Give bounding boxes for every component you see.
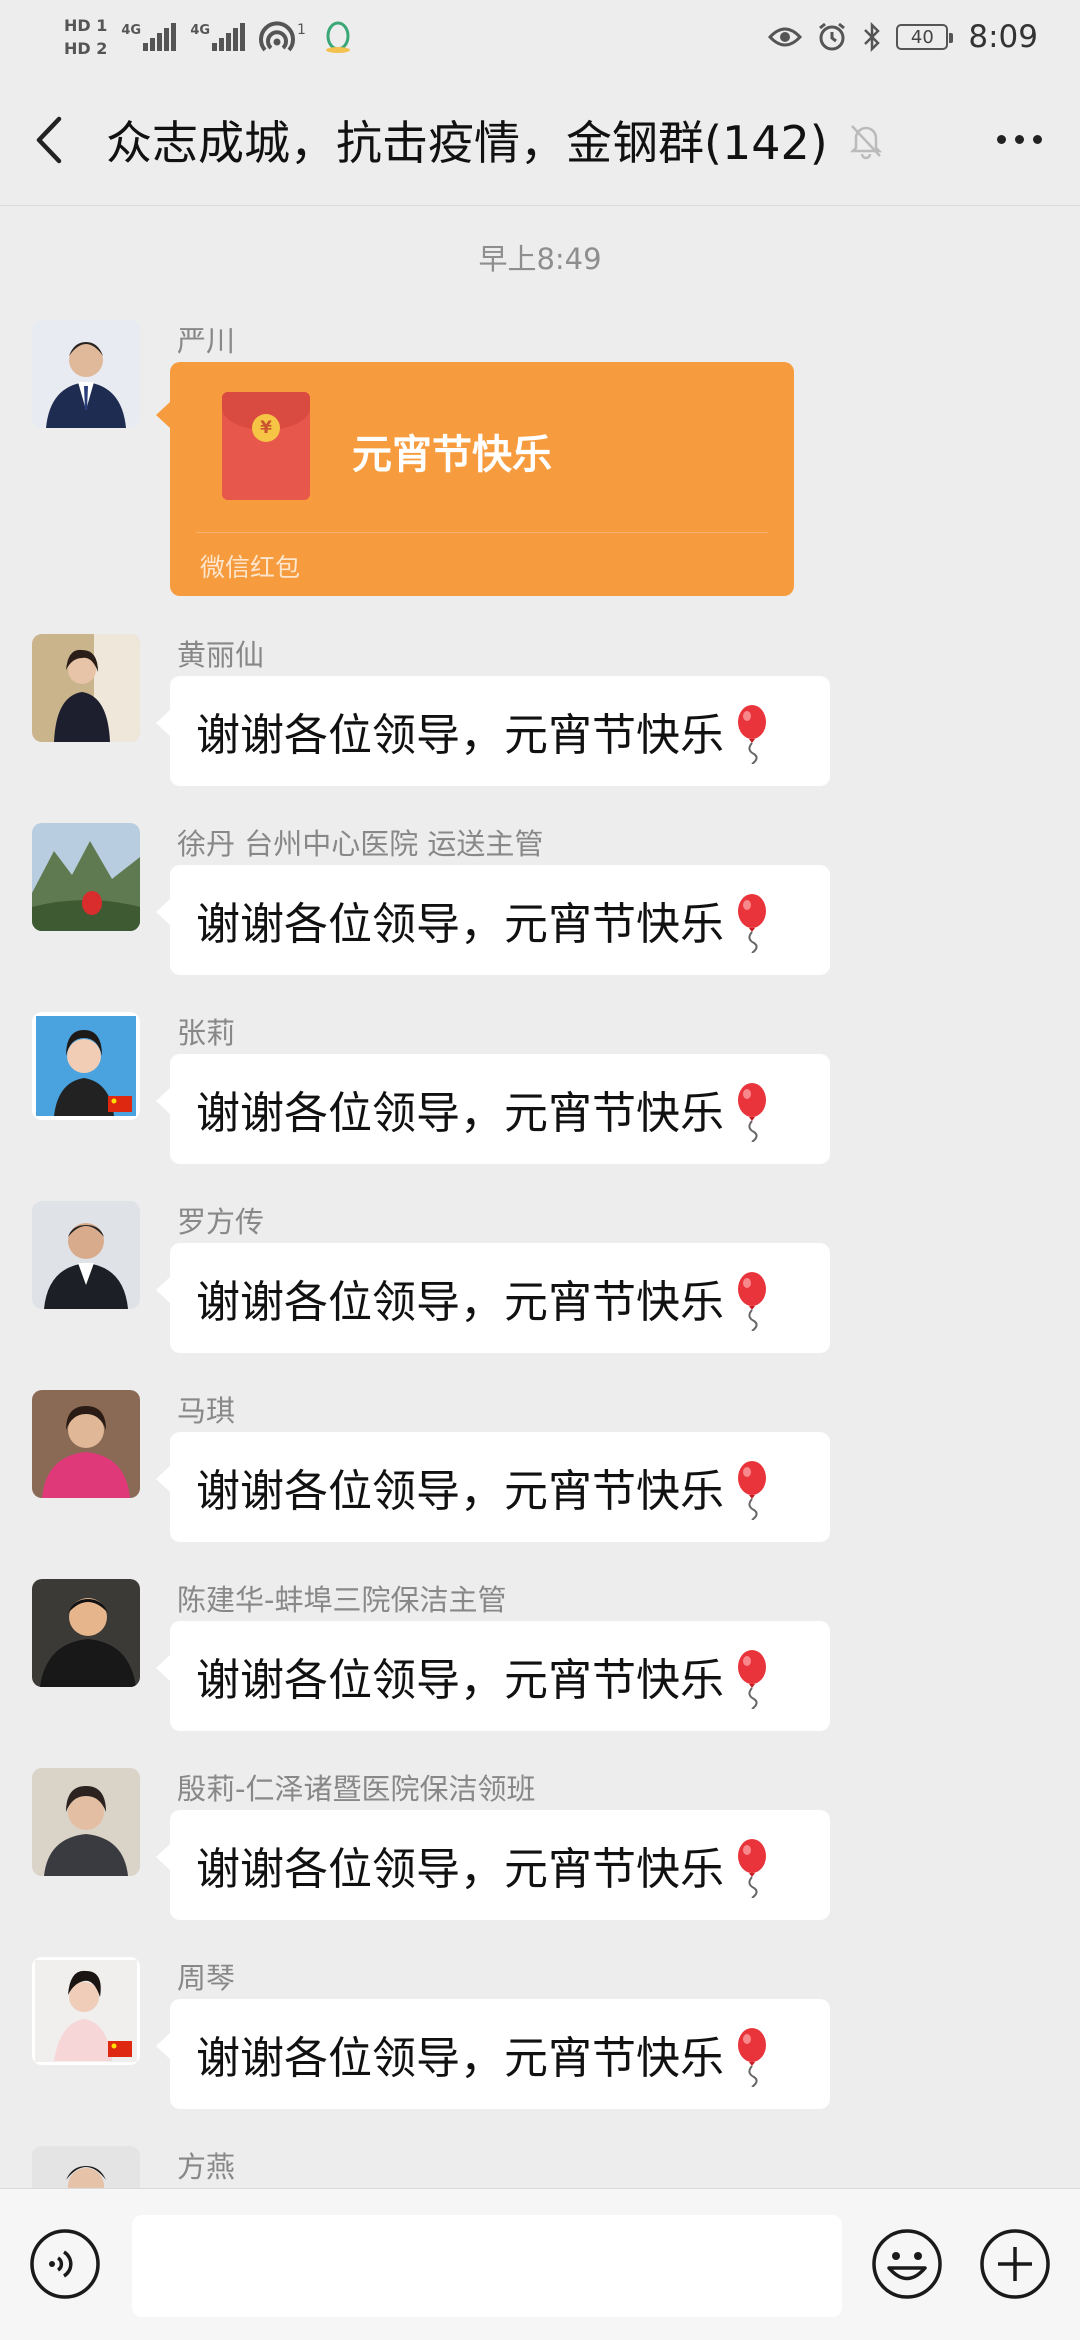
network-type-2: 4G [190, 23, 211, 38]
yuan-coin-icon: ¥ [252, 414, 280, 442]
avatar-man-suit-icon [32, 320, 140, 428]
avatar[interactable] [32, 1579, 140, 1687]
battery-level: 40 [910, 26, 934, 48]
avatar-woman-pink-icon [32, 1390, 140, 1498]
avatar[interactable] [32, 1768, 140, 1876]
message-bubble[interactable]: 谢谢各位领导，元宵节快乐 [156, 1999, 830, 2109]
balloon-emoji-icon [738, 1083, 766, 1142]
avatar-man-dark-icon [32, 1579, 140, 1687]
wifi-hotspot-icon: 1 [259, 21, 306, 52]
message-bubble[interactable]: 谢谢各位领导，元宵节快乐 [156, 1243, 830, 1353]
sender-name: 黄丽仙 [177, 638, 265, 672]
avatar-person-icon [32, 2146, 140, 2188]
back-button[interactable] [0, 74, 100, 206]
sender-name: 徐丹 台州中心医院 运送主管 [177, 827, 544, 861]
avatar[interactable] [32, 1012, 140, 1120]
message-bubble[interactable]: 谢谢各位领导，元宵节快乐 [156, 1054, 830, 1164]
network-type-1: 4G [121, 23, 142, 38]
sender-name: 陈建华-蚌埠三院保洁主管 [177, 1583, 507, 1617]
balloon-emoji-icon [738, 1650, 766, 1709]
message-text: 谢谢各位领导，元宵节快乐 [196, 899, 724, 950]
wifi-badge: 1 [297, 22, 306, 38]
alarm-icon [819, 22, 846, 51]
red-packet-title: 元宵节快乐 [352, 432, 552, 478]
avatar-woman-icon [32, 634, 140, 742]
notification-bot-icon [326, 21, 351, 53]
sender-name: 周琴 [177, 1961, 236, 1995]
balloon-emoji-icon [738, 1839, 766, 1898]
dot-icon [996, 134, 1006, 144]
avatar-woman-indoor-icon [32, 1768, 140, 1876]
chat-title: 众志成城，抗击疫情，金钢群(142) [106, 115, 828, 170]
sender-name: 马琪 [177, 1394, 236, 1428]
message-bubble[interactable]: 谢谢各位领导，元宵节快乐 [156, 1810, 830, 1920]
battery-icon: 40 [896, 24, 954, 50]
divider [196, 532, 768, 533]
message-bubble[interactable]: 谢谢各位领导，元宵节快乐 [156, 676, 830, 786]
message-text: 谢谢各位领导，元宵节快乐 [196, 1844, 724, 1895]
avatar[interactable] [32, 1957, 140, 2065]
message-text: 谢谢各位领导，元宵节快乐 [196, 1466, 724, 1517]
sender-name: 张莉 [177, 1016, 236, 1050]
emoji-icon[interactable] [870, 2227, 944, 2301]
avatar[interactable] [32, 634, 140, 742]
bluetooth-icon [864, 21, 881, 53]
message-text: 谢谢各位领导，元宵节快乐 [196, 710, 724, 761]
message-text: 谢谢各位领导，元宵节快乐 [196, 1655, 724, 1706]
message-bubble[interactable]: 谢谢各位领导，元宵节快乐 [156, 1432, 830, 1542]
hd-2-badge: HD 2 [64, 39, 108, 58]
avatar[interactable] [32, 1201, 140, 1309]
message-bubble[interactable]: 谢谢各位领导，元宵节快乐 [156, 1621, 830, 1731]
dot-icon [1014, 134, 1024, 144]
red-packet-label: 微信红包 [200, 553, 301, 582]
message-text: 谢谢各位领导，元宵节快乐 [196, 2033, 724, 2084]
red-packet-card[interactable]: ¥ 元宵节快乐 微信红包 [156, 362, 794, 596]
hd-indicators: HD 1 HD 2 [64, 16, 107, 58]
sender-name: 殷莉-仁泽诸暨医院保洁领班 [177, 1772, 536, 1806]
input-bar [0, 2188, 1080, 2340]
mute-bell-icon [849, 124, 882, 159]
message-text: 谢谢各位领导，元宵节快乐 [196, 1277, 724, 1328]
avatar[interactable] [32, 320, 140, 428]
message-timestamp: 早上8:49 [478, 242, 602, 276]
status-bar-right: 40 8:09 [768, 19, 1038, 55]
signal-1-icon: 4G [121, 23, 177, 51]
avatar[interactable] [32, 823, 140, 931]
chat-header: 众志成城，抗击疫情，金钢群(142) [0, 74, 1080, 206]
eye-comfort-icon [768, 27, 803, 47]
message-text: 谢谢各位领导，元宵节快乐 [196, 1088, 724, 1139]
chevron-left-icon [36, 116, 62, 163]
signal-2-icon: 4G [190, 23, 246, 51]
message-input[interactable] [132, 2215, 842, 2317]
avatar-woman-flag-icon [32, 1957, 140, 2065]
clock: 8:09 [968, 19, 1038, 55]
sender-name: 严川 [177, 324, 236, 358]
message-bubble[interactable]: 谢谢各位领导，元宵节快乐 [156, 865, 830, 975]
plus-icon[interactable] [978, 2227, 1052, 2301]
balloon-emoji-icon [738, 1272, 766, 1331]
more-options-button[interactable] [984, 114, 1054, 164]
balloon-emoji-icon [738, 2028, 766, 2087]
status-bar-left: HD 1 HD 2 4G 4G 1 [64, 16, 353, 58]
avatar-man-portrait-icon [32, 1201, 140, 1309]
balloon-emoji-icon [738, 1461, 766, 1520]
status-bar: HD 1 HD 2 4G 4G 1 40 8:09 [0, 0, 1080, 74]
avatar[interactable] [32, 2146, 140, 2188]
sender-name: 方燕 [177, 2150, 236, 2184]
voice-input-icon[interactable] [28, 2227, 102, 2301]
balloon-emoji-icon [738, 705, 766, 764]
hd-1-badge: HD 1 [64, 16, 108, 35]
dot-icon [1032, 134, 1042, 144]
balloon-emoji-icon [738, 894, 766, 953]
red-envelope-icon: ¥ [222, 392, 310, 500]
avatar-landscape-icon [32, 823, 140, 931]
sender-name: 罗方传 [177, 1205, 265, 1239]
avatar-id-photo-icon [32, 1012, 140, 1120]
avatar[interactable] [32, 1390, 140, 1498]
chat-messages[interactable]: 早上8:49 严川 ¥ 元宵节快乐 微信红包 黄丽仙 谢谢各位领导，元宵节快乐 … [0, 206, 1080, 2188]
